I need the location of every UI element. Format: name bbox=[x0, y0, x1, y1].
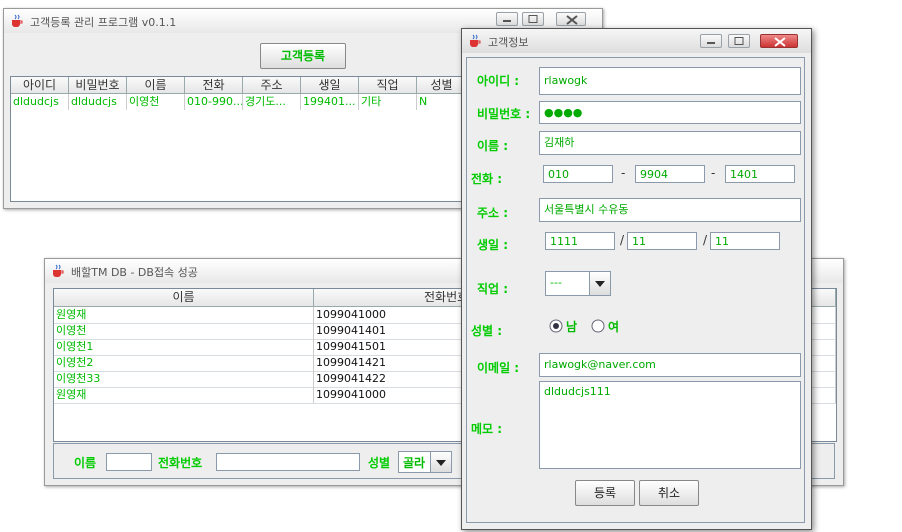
birthday-separator: / bbox=[620, 233, 625, 247]
name-field[interactable]: 김재하 bbox=[539, 131, 801, 155]
filter-name-label: 이름 bbox=[74, 456, 97, 470]
filter-phone-label: 전화번호 bbox=[158, 456, 203, 470]
cell-name: 이영천1 bbox=[54, 339, 314, 355]
minimize-button[interactable] bbox=[700, 34, 722, 48]
phone1-field[interactable]: 010 bbox=[543, 165, 613, 183]
java-cup-icon bbox=[470, 34, 481, 47]
phone-separator: - bbox=[621, 166, 626, 180]
birth-day-field[interactable]: 11 bbox=[710, 232, 780, 250]
id-label: 아이디 : bbox=[477, 74, 520, 88]
cell-address: 경기도... bbox=[243, 94, 301, 110]
phone-separator: - bbox=[711, 166, 716, 180]
cell-gender: N bbox=[417, 94, 467, 110]
radio-unselected-icon bbox=[591, 319, 605, 333]
maximize-icon bbox=[528, 15, 538, 23]
birth-year-field[interactable]: 1111 bbox=[545, 232, 615, 250]
filter-gender-value: 골라 bbox=[403, 456, 426, 470]
customer-table-header: 아이디 비밀번호 이름 전화 주소 생일 직업 성별 bbox=[11, 77, 467, 94]
minimize-icon bbox=[503, 20, 511, 22]
memo-label: 메모 : bbox=[471, 422, 503, 436]
minimize-button[interactable] bbox=[496, 12, 518, 26]
cell-name: 이영천33 bbox=[54, 371, 314, 387]
java-cup-icon bbox=[53, 264, 64, 277]
id-field[interactable]: rlawogk bbox=[539, 67, 801, 95]
cell-name: 이영천2 bbox=[54, 355, 314, 371]
job-value: --- bbox=[550, 276, 562, 289]
col-header-id[interactable]: 아이디 bbox=[11, 77, 69, 93]
cell-phone: 010-990... bbox=[187, 94, 243, 110]
birthday-label: 생일 : bbox=[477, 238, 509, 252]
register-button[interactable]: 등록 bbox=[575, 480, 635, 506]
col-header-name[interactable]: 이름 bbox=[127, 77, 185, 93]
table-row[interactable]: dldudcjs dldudcjs 이영천 010-990... 경기도... … bbox=[11, 94, 467, 110]
birth-month-field[interactable]: 11 bbox=[627, 232, 697, 250]
col-header-job[interactable]: 직업 bbox=[359, 77, 417, 93]
gender-label: 성별 : bbox=[471, 324, 503, 338]
phone-label: 전화 : bbox=[471, 172, 503, 186]
dropdown-arrow-button[interactable] bbox=[589, 272, 610, 295]
gender-radio-male[interactable]: 남 bbox=[549, 318, 593, 334]
col-header-name[interactable]: 이름 bbox=[54, 289, 314, 306]
memo-textarea[interactable]: dldudcjs111 bbox=[539, 381, 801, 469]
col-header-gender[interactable]: 성별 bbox=[417, 77, 467, 93]
dialog-content: 아이디 : rlawogk 비밀번호 : ●●●● 이름 : 김재하 전화 : … bbox=[466, 57, 805, 523]
address-field[interactable]: 서울특별시 수유동 bbox=[539, 198, 801, 222]
cell-id: dldudcjs bbox=[11, 94, 69, 110]
customer-table: 아이디 비밀번호 이름 전화 주소 생일 직업 성별 dldudcjs dldu… bbox=[10, 76, 468, 202]
phone3-field[interactable]: 1401 bbox=[725, 165, 795, 183]
close-icon bbox=[566, 15, 578, 25]
cell-name: 원영재 bbox=[54, 387, 314, 403]
job-label: 직업 : bbox=[477, 282, 509, 296]
close-button[interactable] bbox=[760, 34, 798, 48]
close-icon bbox=[774, 37, 786, 47]
window-title: 고객등록 관리 프로그램 v0.1.1 bbox=[30, 16, 177, 29]
filter-gender-select[interactable]: 골라 bbox=[398, 451, 452, 473]
window-title: 배할TM DB - DB접속 성공 bbox=[71, 266, 198, 279]
filter-name-input[interactable] bbox=[106, 453, 152, 471]
register-customer-button[interactable]: 고객등록 bbox=[260, 43, 346, 69]
col-header-birthday[interactable]: 생일 bbox=[301, 77, 359, 93]
email-label: 이메일 : bbox=[477, 361, 520, 375]
cell-name: 이영천 bbox=[54, 323, 314, 339]
close-button[interactable] bbox=[556, 12, 586, 26]
maximize-button[interactable] bbox=[728, 34, 750, 48]
radio-selected-icon bbox=[549, 319, 563, 333]
birthday-separator: / bbox=[703, 233, 708, 247]
name-label: 이름 : bbox=[477, 139, 509, 153]
dialog-titlebar[interactable]: 고객정보 bbox=[462, 29, 811, 53]
cell-job: 기타 bbox=[359, 94, 417, 110]
cancel-button[interactable]: 취소 bbox=[639, 480, 699, 506]
maximize-button[interactable] bbox=[522, 12, 544, 26]
cell-birthday: 199401... bbox=[301, 94, 359, 110]
password-label: 비밀번호 : bbox=[477, 107, 531, 121]
col-header-password[interactable]: 비밀번호 bbox=[69, 77, 127, 93]
dialog-title: 고객정보 bbox=[488, 36, 529, 49]
password-field[interactable]: ●●●● bbox=[539, 101, 801, 124]
dropdown-arrow-icon bbox=[595, 281, 605, 287]
col-header-address[interactable]: 주소 bbox=[243, 77, 301, 93]
address-label: 주소 : bbox=[477, 206, 509, 220]
gender-option-label: 여 bbox=[608, 320, 620, 334]
dropdown-arrow-icon bbox=[436, 460, 446, 466]
gender-radio-female[interactable]: 여 bbox=[591, 318, 635, 334]
gender-option-label: 남 bbox=[566, 320, 578, 334]
cell-name: 이영천 bbox=[127, 94, 185, 110]
email-field[interactable]: rlawogk@naver.com bbox=[539, 353, 801, 377]
cell-password: dldudcjs bbox=[69, 94, 127, 110]
maximize-icon bbox=[734, 37, 744, 45]
cell-name: 원영재 bbox=[54, 307, 314, 323]
dropdown-arrow-button[interactable] bbox=[430, 452, 451, 472]
phone2-field[interactable]: 9904 bbox=[635, 165, 705, 183]
col-header-phone[interactable]: 전화 bbox=[185, 77, 243, 93]
job-select[interactable]: --- bbox=[545, 271, 611, 296]
java-cup-icon bbox=[12, 14, 23, 27]
filter-gender-label: 성별 bbox=[368, 456, 391, 470]
customer-dialog: 고객정보 아이디 : rlawogk 비밀번호 : ●●●● 이름 : 김재하 … bbox=[461, 28, 812, 530]
minimize-icon bbox=[707, 42, 715, 44]
filter-phone-input[interactable] bbox=[216, 453, 360, 471]
